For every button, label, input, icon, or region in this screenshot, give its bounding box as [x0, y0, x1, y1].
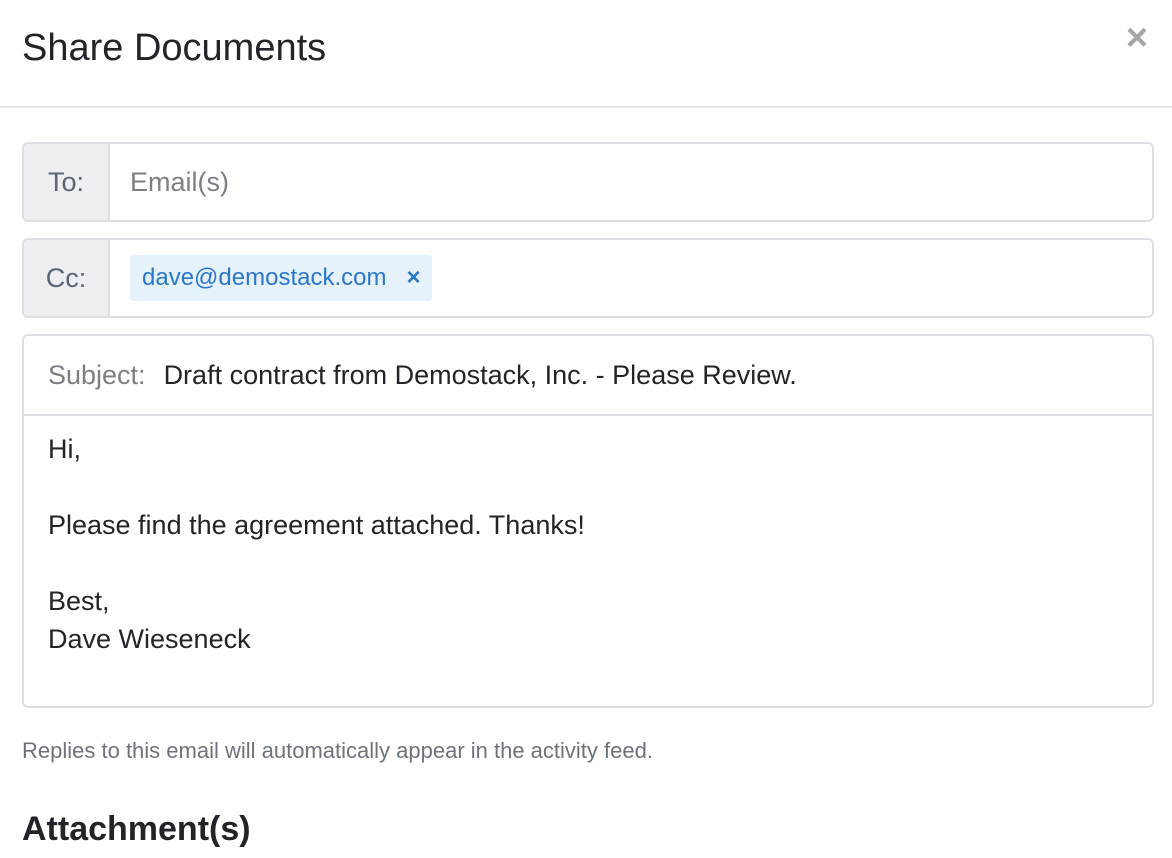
modal-title: Share Documents: [22, 27, 327, 69]
cc-field-group: Cc: dave@demostack.com ×: [22, 238, 1154, 318]
cc-recipients-input[interactable]: dave@demostack.com ×: [110, 240, 1152, 316]
cc-recipient-email: dave@demostack.com: [142, 264, 387, 291]
cc-label: Cc:: [24, 240, 110, 316]
close-icon[interactable]: ×: [1122, 19, 1152, 57]
to-email-input[interactable]: [110, 144, 1152, 220]
remove-recipient-icon[interactable]: ×: [406, 266, 420, 290]
modal-header: Share Documents ×: [0, 0, 1172, 108]
message-body-textarea[interactable]: Hi, Please find the agreement attached. …: [24, 416, 1152, 658]
to-field-group: To:: [22, 142, 1154, 222]
share-documents-modal: Share Documents × To: Cc: dave@demostack…: [0, 0, 1172, 858]
message-box: Subject: Draft contract from Demostack, …: [22, 334, 1154, 708]
to-label: To:: [24, 144, 110, 220]
cc-recipient-tag: dave@demostack.com ×: [130, 255, 433, 301]
subject-input[interactable]: Draft contract from Demostack, Inc. - Pl…: [164, 360, 797, 391]
attachments-heading: Attachment(s): [22, 810, 251, 848]
reply-help-text: Replies to this email will automatically…: [22, 738, 653, 763]
subject-label: Subject:: [48, 359, 146, 390]
subject-row[interactable]: Subject: Draft contract from Demostack, …: [24, 336, 1152, 416]
